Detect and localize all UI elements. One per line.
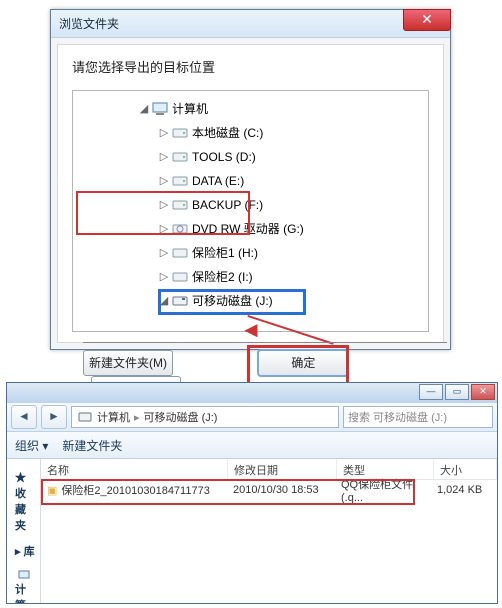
expand-icon[interactable]: ▷ [157, 145, 171, 169]
file-row[interactable]: ▣ 保险柜2_20101030184711773 2010/10/30 18:53… [41, 480, 497, 500]
collapse-icon[interactable]: ◢ [137, 97, 151, 121]
sidebar-favorites-header[interactable]: ★ 收藏夹 [15, 469, 36, 533]
computer-icon [151, 97, 169, 121]
tree-label: TOOLS (D:) [192, 145, 256, 169]
expand-icon[interactable]: ▷ [157, 169, 171, 193]
tree-label: DATA (E:) [192, 169, 244, 193]
col-size[interactable]: 大小 [434, 459, 497, 479]
col-date[interactable]: 修改日期 [228, 459, 337, 479]
ok-button[interactable]: 确定 [258, 350, 348, 376]
path-separator-icon: ▸ [134, 411, 140, 424]
explorer-toolbar: 组织 ▾ 新建文件夹 [7, 432, 497, 459]
drive-icon [171, 265, 189, 289]
dialog-separator [83, 342, 447, 343]
drive-icon [171, 193, 189, 217]
dialog-instruction: 请您选择导出的目标位置 [72, 57, 429, 76]
dvd-icon [171, 217, 189, 241]
browse-folder-dialog: 浏览文件夹 ✕ 请您选择导出的目标位置 ◢ 计算机 ▷ 本地磁盘 (C:) ▷ TO… [50, 9, 451, 350]
expand-icon[interactable]: ▷ [157, 217, 171, 241]
file-size: 1,024 KB [431, 482, 493, 498]
tree-label: DVD RW 驱动器 (G:) [192, 217, 304, 241]
sidebar-lib-header[interactable]: ▸ 库 [15, 543, 36, 559]
dialog-body: 请您选择导出的目标位置 ◢ 计算机 ▷ 本地磁盘 (C:) ▷ TOOLS (D:)… [57, 44, 444, 343]
explorer-window: — ▭ ✕ ◄ ► 计算机 ▸ 可移动磁盘 (J:) 搜索 可移动磁盘 (J:)… [6, 382, 498, 604]
tree-node-drive-e[interactable]: ▷ DATA (E:) [73, 169, 428, 193]
address-bar[interactable]: 计算机 ▸ 可移动磁盘 (J:) [71, 406, 339, 428]
tree-node-drive-d[interactable]: ▷ TOOLS (D:) [73, 145, 428, 169]
tree-node-drive-f[interactable]: ▷ BACKUP (F:) [73, 193, 428, 217]
tree-node-computer[interactable]: ◢ 计算机 [73, 97, 428, 121]
tree-node-drive-g[interactable]: ▷ DVD RW 驱动器 (G:) [73, 217, 428, 241]
tree-node-drive-c[interactable]: ▷ 本地磁盘 (C:) [73, 121, 428, 145]
file-name: 保险柜2_20101030184711773 [61, 482, 209, 498]
organize-menu[interactable]: 组织 ▾ [15, 437, 48, 454]
file-date: 2010/10/30 18:53 [227, 482, 335, 498]
dialog-button-bar: 新建文件夹(M) 确定 取消 [83, 350, 447, 384]
expand-icon[interactable]: ▷ [157, 241, 171, 265]
drive-icon [171, 121, 189, 145]
search-input[interactable]: 搜索 可移动磁盘 (J:) [343, 406, 493, 428]
expand-icon[interactable]: ▷ [157, 193, 171, 217]
explorer-titlebar[interactable]: — ▭ ✕ [7, 383, 497, 403]
explorer-content: ★ 收藏夹 ▸ 库 计算机 本地磁盘 (C:) TOOLS (D:) DATA … [7, 459, 497, 603]
removable-drive-icon [171, 289, 189, 313]
window-close-button[interactable]: ✕ [471, 384, 495, 400]
tree-node-drive-i[interactable]: ▷ 保险柜2 (I:) [73, 265, 428, 289]
dialog-titlebar[interactable]: 浏览文件夹 ✕ [51, 10, 450, 38]
minimize-button[interactable]: — [419, 384, 443, 400]
tree-label: BACKUP (F:) [192, 193, 263, 217]
tree-label: 计算机 [172, 97, 208, 121]
drive-icon [171, 145, 189, 169]
explorer-navbar: ◄ ► 计算机 ▸ 可移动磁盘 (J:) 搜索 可移动磁盘 (J:) [7, 403, 497, 432]
file-type: QQ保险柜文件(.q... [335, 474, 431, 506]
tree-label: 可移动磁盘 (J:) [192, 289, 273, 313]
drive-icon [171, 169, 189, 193]
dialog-title: 浏览文件夹 [59, 15, 119, 32]
path-segment[interactable]: 可移动磁盘 (J:) [144, 409, 218, 425]
tree-label: 保险柜1 (H:) [192, 241, 258, 265]
sidebar-computer-header[interactable]: 计算机 [15, 569, 36, 603]
tree-label: 本地磁盘 (C:) [192, 121, 263, 145]
path-segment[interactable]: 计算机 [97, 409, 130, 425]
toolbar-new-folder[interactable]: 新建文件夹 [62, 437, 122, 454]
dialog-close-button[interactable]: ✕ [403, 9, 451, 31]
new-folder-button[interactable]: 新建文件夹(M) [83, 350, 173, 376]
explorer-sidebar[interactable]: ★ 收藏夹 ▸ 库 计算机 本地磁盘 (C:) TOOLS (D:) DATA … [7, 459, 41, 603]
search-placeholder: 搜索 可移动磁盘 (J:) [348, 409, 447, 425]
tree-node-drive-h[interactable]: ▷ 保险柜1 (H:) [73, 241, 428, 265]
drive-icon [171, 241, 189, 265]
collapse-icon[interactable]: ◢ [157, 289, 171, 313]
expand-icon[interactable]: ▷ [157, 121, 171, 145]
removable-drive-icon [76, 411, 94, 424]
maximize-button[interactable]: ▭ [445, 384, 469, 400]
file-icon: ▣ [47, 484, 57, 497]
expand-icon[interactable]: ▷ [157, 265, 171, 289]
tree-node-drive-j-selected[interactable]: ◢ 可移动磁盘 (J:) [73, 289, 428, 313]
col-name[interactable]: 名称 [41, 459, 228, 479]
tree-label: 保险柜2 (I:) [192, 265, 253, 289]
nav-forward-button[interactable]: ► [41, 405, 67, 429]
file-list[interactable]: 名称 修改日期 类型 大小 ▣保险柜2_20101030184711773 20… [41, 459, 497, 603]
folder-tree[interactable]: ◢ 计算机 ▷本地磁盘 (C:) ▷TOOLS (D:) ▷DATA (E:) … [72, 90, 429, 332]
computer-icon [15, 569, 33, 581]
nav-back-button[interactable]: ◄ [11, 405, 37, 429]
